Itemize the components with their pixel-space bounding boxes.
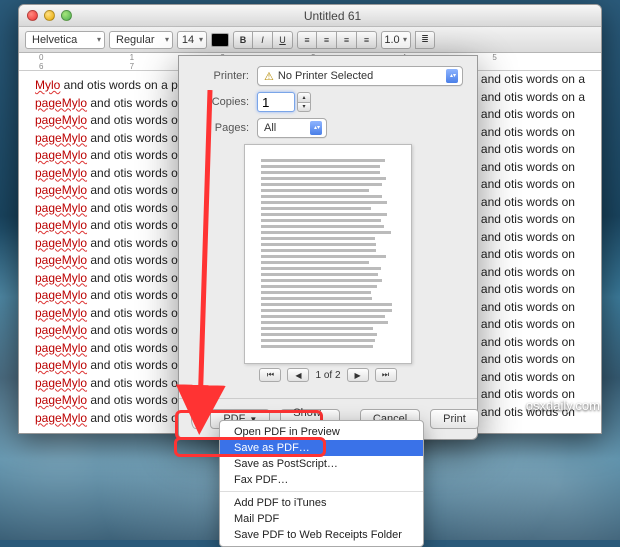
watermark: osxdaily.com <box>526 398 600 413</box>
line-spacing-select[interactable]: 1.0 <box>381 31 411 49</box>
text-style-segment: B I U <box>233 31 293 49</box>
page-indicator: 1 of 2 <box>315 370 340 381</box>
titlebar[interactable]: Untitled 61 <box>19 5 601 27</box>
print-dialog: Printer: ⚠ No Printer Selected Copies: ▴… <box>178 55 478 440</box>
pdf-menu-item[interactable]: Add PDF to iTunes <box>220 495 423 511</box>
page-navigator: ⏮ ◀ 1 of 2 ▶ ⏭ <box>193 368 463 382</box>
font-family-select[interactable]: Helvetica <box>25 31 105 49</box>
copies-stepper[interactable]: ▴▾ <box>297 92 311 112</box>
traffic-lights <box>27 10 72 21</box>
print-preview <box>244 144 412 364</box>
next-page-button[interactable]: ▶ <box>347 368 369 382</box>
font-style-select[interactable]: Regular <box>109 31 173 49</box>
align-left-icon[interactable]: ≡ <box>297 31 317 49</box>
menu-separator <box>220 491 423 492</box>
list-button[interactable]: ≣ <box>415 31 435 49</box>
copies-input[interactable] <box>257 92 295 112</box>
pdf-menu-item[interactable]: Open PDF in Preview <box>220 424 423 440</box>
printer-select[interactable]: ⚠ No Printer Selected <box>257 66 463 86</box>
align-right-icon[interactable]: ≡ <box>337 31 357 49</box>
align-center-icon[interactable]: ≡ <box>317 31 337 49</box>
list-segment: ≣ <box>415 31 435 49</box>
format-toolbar: Helvetica Regular 14 B I U ≡ ≡ ≡ ≡ 1.0 ≣ <box>19 27 601 53</box>
print-button[interactable]: Print <box>430 409 479 429</box>
prev-page-button[interactable]: ◀ <box>287 368 309 382</box>
help-button[interactable]: ? <box>191 409 200 429</box>
zoom-icon[interactable] <box>61 10 72 21</box>
first-page-button[interactable]: ⏮ <box>259 368 281 382</box>
italic-button[interactable]: I <box>253 31 273 49</box>
warning-icon: ⚠ <box>264 70 274 83</box>
close-icon[interactable] <box>27 10 38 21</box>
pdf-menu-item[interactable]: Save PDF to Web Receipts Folder <box>220 527 423 543</box>
font-size-select[interactable]: 14 <box>177 31 207 49</box>
window-title: Untitled 61 <box>72 9 593 23</box>
pages-select[interactable]: All <box>257 118 327 138</box>
last-page-button[interactable]: ⏭ <box>375 368 397 382</box>
pdf-menu-item[interactable]: Mail PDF <box>220 511 423 527</box>
pages-label: Pages: <box>193 122 249 134</box>
bold-button[interactable]: B <box>233 31 253 49</box>
underline-button[interactable]: U <box>273 31 293 49</box>
pdf-menu-item[interactable]: Save as PostScript… <box>220 456 423 472</box>
align-segment: ≡ ≡ ≡ ≡ <box>297 31 377 49</box>
text-color-swatch[interactable] <box>211 33 229 47</box>
pdf-menu-item[interactable]: Fax PDF… <box>220 472 423 488</box>
pdf-menu-item[interactable]: Save as PDF… <box>220 440 423 456</box>
printer-label: Printer: <box>193 70 249 82</box>
minimize-icon[interactable] <box>44 10 55 21</box>
copies-label: Copies: <box>193 96 249 108</box>
align-justify-icon[interactable]: ≡ <box>357 31 377 49</box>
pdf-menu: Open PDF in PreviewSave as PDF…Save as P… <box>219 420 424 547</box>
